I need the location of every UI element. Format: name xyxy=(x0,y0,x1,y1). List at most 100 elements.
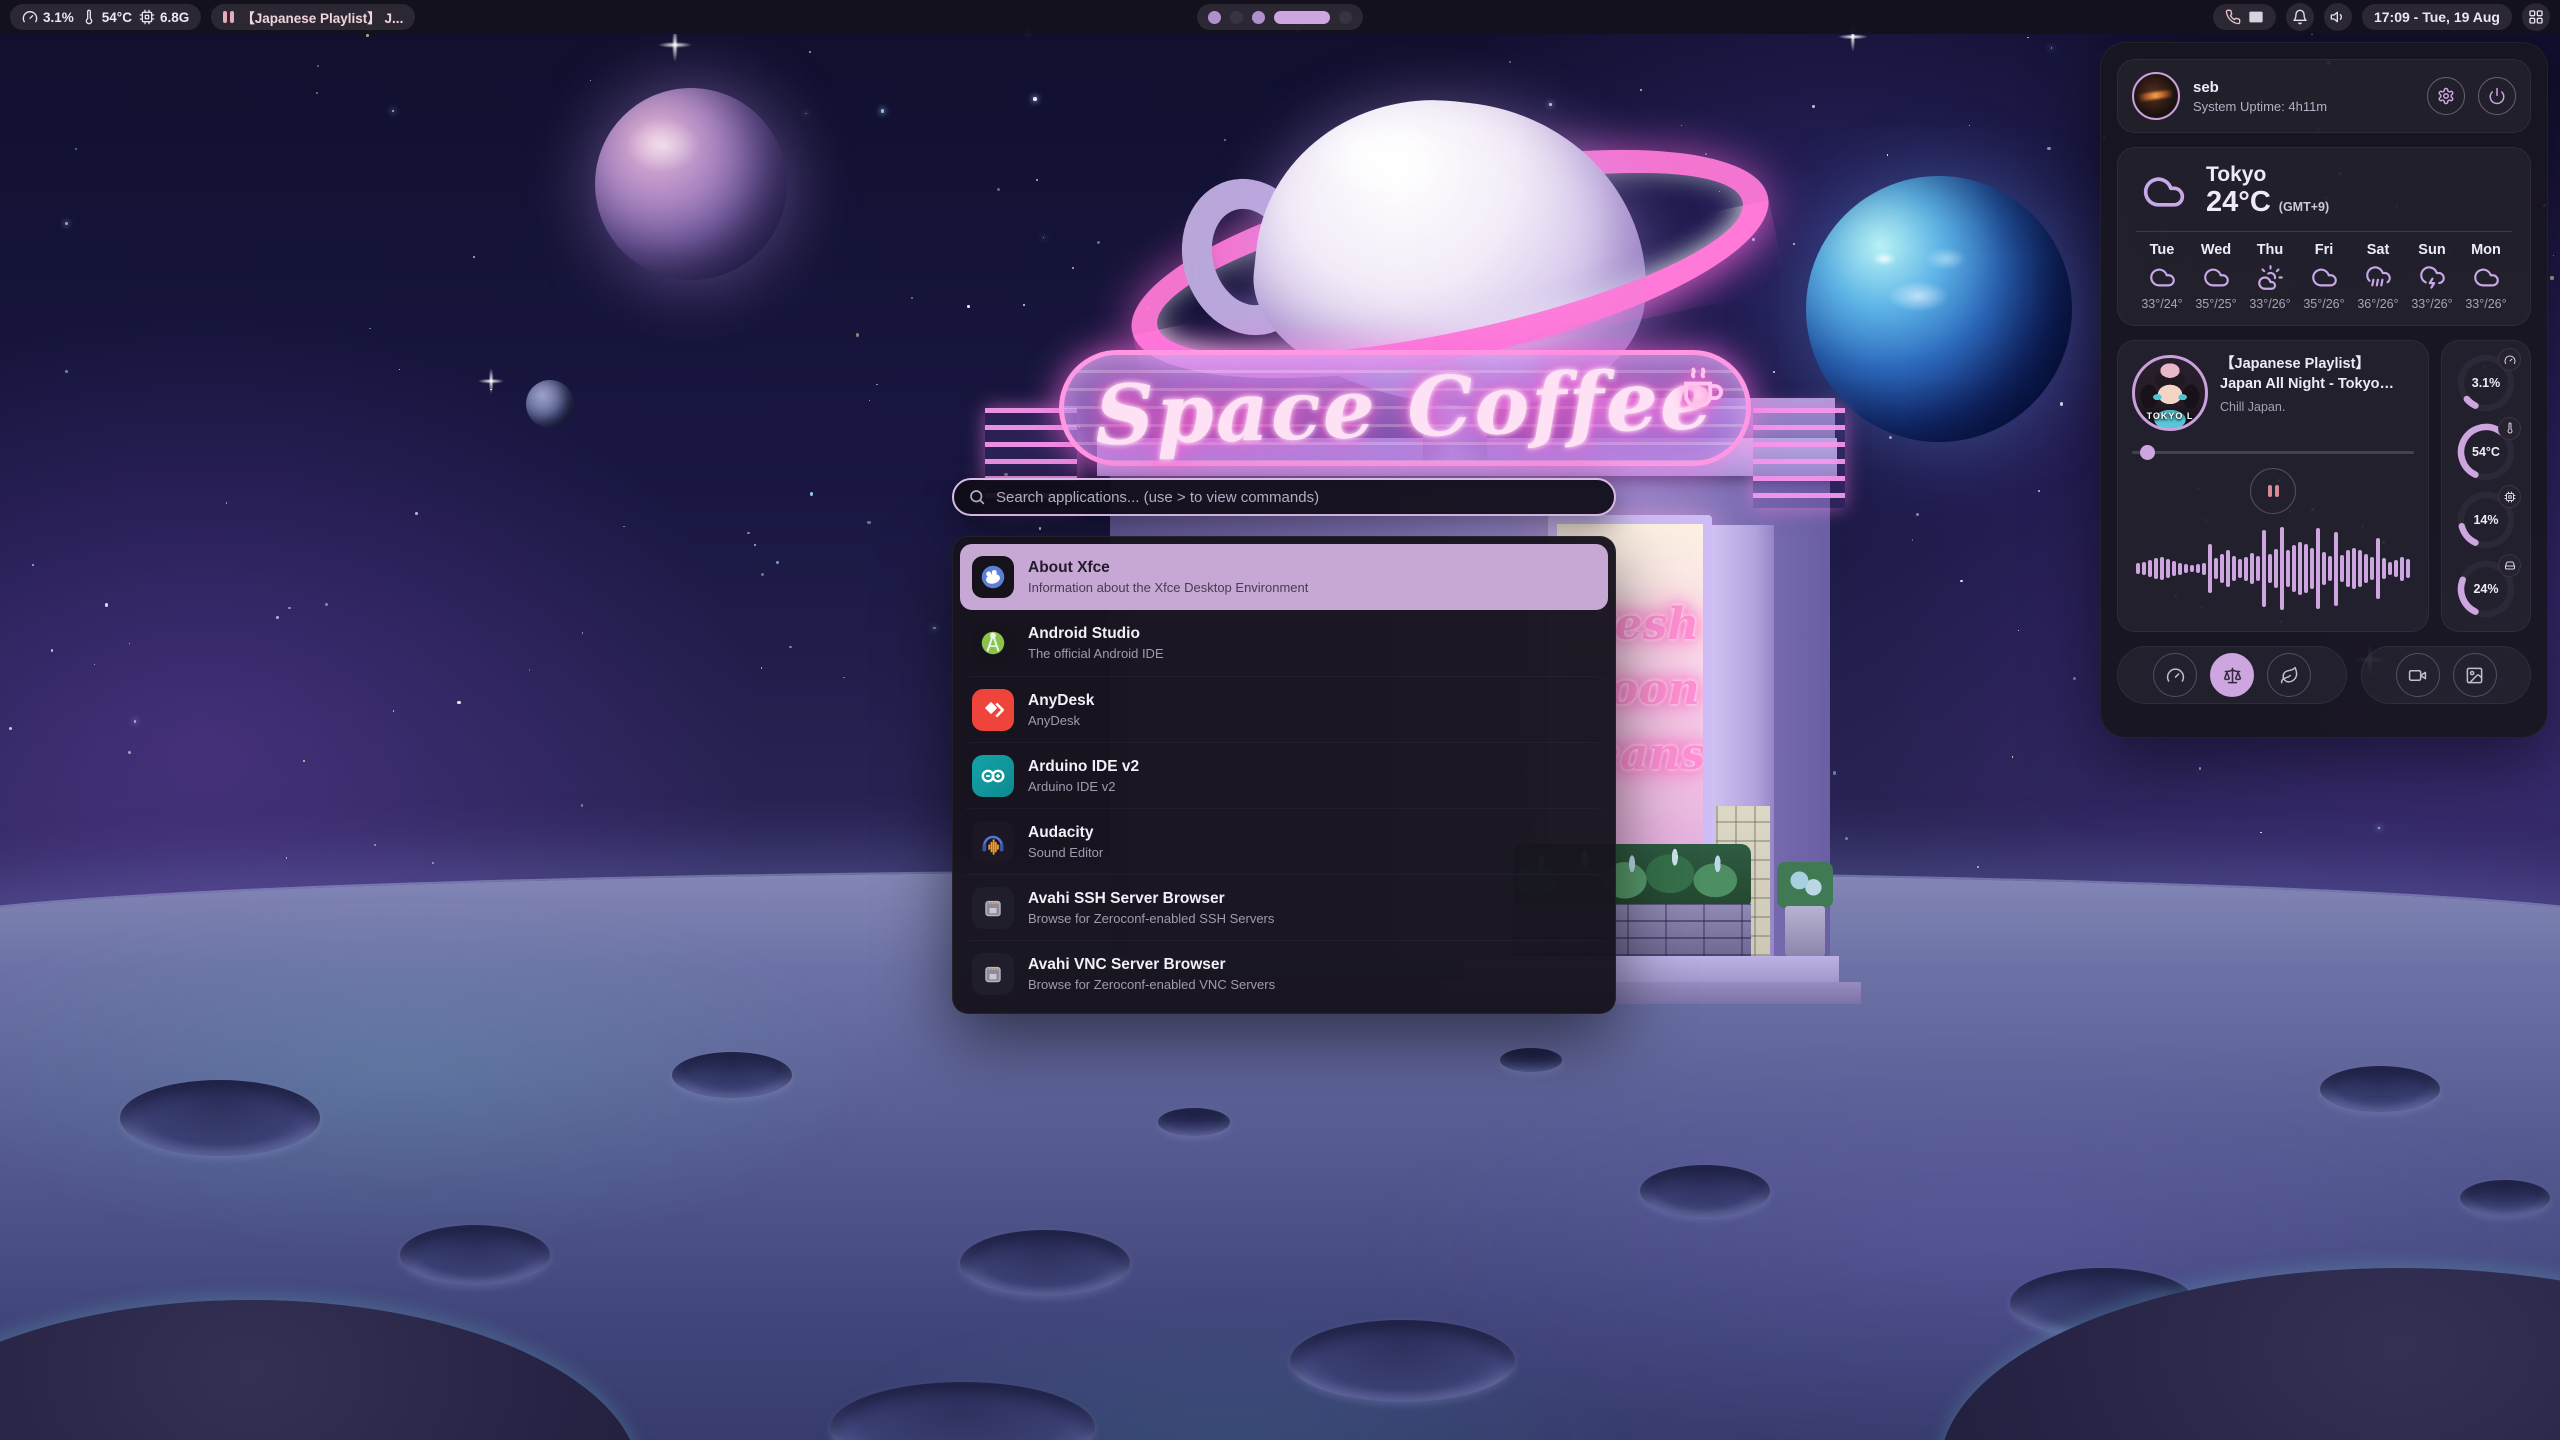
volume-button[interactable] xyxy=(2324,3,2352,31)
crater xyxy=(120,1080,320,1156)
app-grid-button[interactable] xyxy=(2522,3,2550,31)
neon-cup-icon xyxy=(1674,357,1732,415)
crater xyxy=(1290,1320,1515,1402)
small-moon xyxy=(526,380,574,428)
app-row-android-studio[interactable]: Android Studio The official Android IDE xyxy=(960,610,1608,676)
play-pause-button[interactable] xyxy=(2250,468,2296,514)
screen-record-button[interactable] xyxy=(2396,653,2440,697)
purple-planet xyxy=(595,88,787,280)
system-stats-pill[interactable]: 3.1% 54°C 6.8G xyxy=(10,4,201,30)
cloud-icon xyxy=(2149,264,2176,291)
disk-gauge: 24% xyxy=(2455,558,2517,620)
app-name: Arduino IDE v2 xyxy=(1028,758,1139,776)
album-art[interactable]: TOKYO L xyxy=(2132,355,2208,431)
crater xyxy=(2460,1180,2550,1216)
system-gauges-card: 3.1% 54°C 14% 24% xyxy=(2441,340,2531,632)
media-progress-slider[interactable] xyxy=(2132,445,2414,460)
thermometer-icon xyxy=(2504,422,2516,434)
media-subtitle: Chill Japan. xyxy=(2220,400,2414,414)
app-row-arduino[interactable]: Arduino IDE v2 Arduino IDE v2 xyxy=(960,742,1608,808)
image-icon xyxy=(2465,666,2484,685)
app-name: About Xfce xyxy=(1028,559,1308,577)
earth-planet xyxy=(1806,176,2072,442)
speedometer-icon xyxy=(22,9,38,25)
rain-icon xyxy=(2365,264,2392,291)
apps-grid-icon xyxy=(2528,9,2544,25)
app-row-anydesk[interactable]: AnyDesk AnyDesk xyxy=(960,676,1608,742)
notifications-button[interactable] xyxy=(2286,3,2314,31)
divider xyxy=(2136,231,2512,232)
balanced-mode-button[interactable] xyxy=(2210,653,2254,697)
workspace-dot[interactable] xyxy=(1252,11,1265,24)
scales-icon xyxy=(2223,666,2242,685)
arduino-icon xyxy=(972,755,1014,797)
app-launcher: About Xfce Information about the Xfce De… xyxy=(952,478,1616,1014)
image-icon[interactable] xyxy=(2248,9,2264,25)
app-description: Sound Editor xyxy=(1028,845,1103,860)
network-socket-icon xyxy=(972,953,1014,995)
workspace-dot[interactable] xyxy=(1230,11,1243,24)
power-button[interactable] xyxy=(2478,77,2516,115)
cloud-icon xyxy=(2136,170,2192,214)
app-description: The official Android IDE xyxy=(1028,646,1164,661)
workspace-dot[interactable] xyxy=(1339,11,1352,24)
wallpaper-button[interactable] xyxy=(2453,653,2497,697)
search-icon xyxy=(968,488,986,506)
settings-button[interactable] xyxy=(2427,77,2465,115)
topbar-right-group: 17:09 - Tue, 19 Aug xyxy=(2213,3,2550,31)
audacity-icon xyxy=(972,821,1014,863)
clock-text: 17:09 - Tue, 19 Aug xyxy=(2374,9,2500,25)
album-art-label: TOKYO L xyxy=(2135,411,2205,421)
search-bar[interactable] xyxy=(952,478,1616,516)
forecast-day: Mon 33°/26° xyxy=(2460,242,2512,311)
top-bar: 3.1% 54°C 6.8G 【Japanese Playlist】 J... xyxy=(0,0,2560,34)
disk-icon xyxy=(2504,559,2516,571)
cloud-icon xyxy=(2311,264,2338,291)
pause-icon xyxy=(2268,485,2279,497)
avatar[interactable] xyxy=(2132,72,2180,120)
weather-timezone: (GMT+9) xyxy=(2279,200,2329,214)
crater xyxy=(1500,1048,1562,1072)
temperature: 54°C xyxy=(81,9,132,25)
anydesk-icon xyxy=(972,689,1014,731)
performance-mode-button[interactable] xyxy=(2153,653,2197,697)
workspace-dot[interactable] xyxy=(1208,11,1221,24)
volume-icon xyxy=(2330,9,2346,25)
tray-pill[interactable] xyxy=(2213,4,2276,30)
leaf-icon xyxy=(2280,666,2299,685)
workspace-dot-active[interactable] xyxy=(1274,11,1330,24)
phone-icon[interactable] xyxy=(2225,9,2241,25)
workspace-switcher[interactable] xyxy=(1197,4,1363,30)
app-description: Information about the Xfce Desktop Envir… xyxy=(1028,580,1308,595)
forecast-day: Sat 36°/26° xyxy=(2352,242,2404,311)
powersave-mode-button[interactable] xyxy=(2267,653,2311,697)
crater xyxy=(2320,1066,2440,1112)
neon-sign: Space Coffee xyxy=(1059,350,1751,466)
app-description: Arduino IDE v2 xyxy=(1028,779,1139,794)
app-row-avahi-ssh[interactable]: Avahi SSH Server Browser Browse for Zero… xyxy=(960,874,1608,940)
capture-group xyxy=(2361,646,2531,704)
app-row-about-xfce[interactable]: About Xfce Information about the Xfce De… xyxy=(960,544,1608,610)
progress-knob[interactable] xyxy=(2140,445,2155,460)
android-studio-icon xyxy=(972,622,1014,664)
forecast-day: Tue 33°/24° xyxy=(2136,242,2188,311)
crater xyxy=(1158,1108,1230,1136)
search-input[interactable] xyxy=(996,489,1600,506)
forecast-day: Thu 33°/26° xyxy=(2244,242,2296,311)
cpu-usage: 3.1% xyxy=(22,9,74,25)
thermometer-icon xyxy=(81,9,97,25)
cpu-gauge: 3.1% xyxy=(2455,352,2517,414)
speedometer-icon xyxy=(2504,354,2516,366)
system-uptime: System Uptime: 4h11m xyxy=(2193,99,2414,114)
crater xyxy=(672,1052,792,1098)
app-name: Audacity xyxy=(1028,824,1103,842)
bell-icon xyxy=(2292,9,2308,25)
clock[interactable]: 17:09 - Tue, 19 Aug xyxy=(2362,4,2512,30)
app-row-audacity[interactable]: Audacity Sound Editor xyxy=(960,808,1608,874)
now-playing-pill[interactable]: 【Japanese Playlist】 J... xyxy=(211,4,415,30)
flower-pot xyxy=(1777,862,1833,956)
cloud-icon xyxy=(2203,264,2230,291)
control-sidebar: seb System Uptime: 4h11m Tokyo 24°C (GMT… xyxy=(2100,42,2548,738)
app-list: About Xfce Information about the Xfce De… xyxy=(952,536,1616,1014)
app-row-avahi-vnc[interactable]: Avahi VNC Server Browser Browse for Zero… xyxy=(960,940,1608,1006)
